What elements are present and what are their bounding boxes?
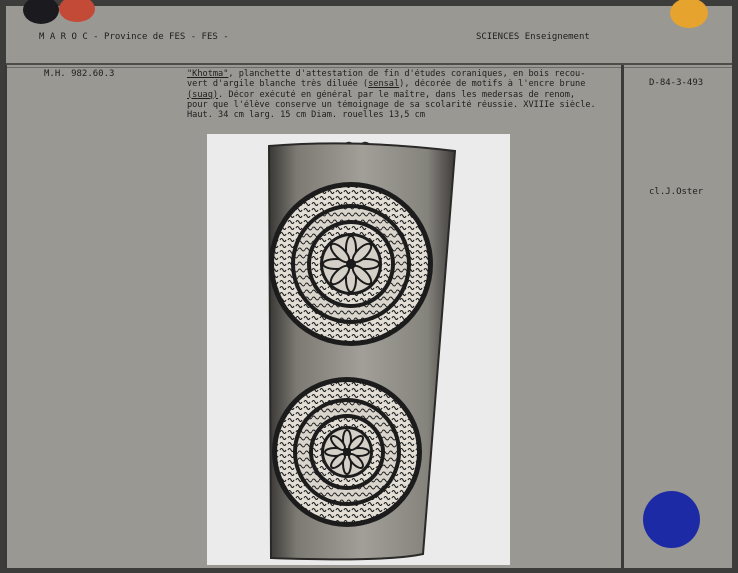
color-dot-black	[23, 0, 59, 24]
right-column-divider	[621, 65, 624, 568]
desc-line-2: vert d'argile blanche très diluée (sensa…	[187, 79, 586, 90]
left-column-divider	[4, 65, 7, 568]
inventory-number: M.H. 982.60.3	[44, 69, 115, 79]
khotma-board-image	[267, 141, 457, 561]
upper-medallion	[269, 182, 433, 346]
color-dot-orange	[670, 0, 708, 28]
desc-line-3: (suaq). Décor exécuté en général par le …	[187, 89, 576, 100]
header-location: M A R O C - Province de FES - FES -	[39, 32, 229, 42]
lower-medallion	[272, 377, 422, 527]
negative-number: D-84-3-493	[649, 78, 704, 88]
desc-line-5: Haut. 34 cm larg. 15 cm Diam. rouelles 1…	[187, 110, 425, 121]
object-description: "Khotma", planchette d'attestation de fi…	[187, 69, 627, 120]
header-category: SCIENCES Enseignement	[476, 32, 590, 42]
photo-credit: cl.J.Oster	[649, 187, 704, 197]
desc-line-4: pour que l'élève conserve un témoignage …	[187, 99, 596, 110]
color-dot-red	[59, 0, 95, 22]
catalog-card: M A R O C - Province de FES - FES - SCIE…	[4, 0, 732, 568]
desc-line-1: "Khotma", planchette d'attestation de fi…	[187, 69, 586, 79]
color-dot-blue	[643, 491, 700, 548]
object-photograph	[207, 134, 510, 565]
